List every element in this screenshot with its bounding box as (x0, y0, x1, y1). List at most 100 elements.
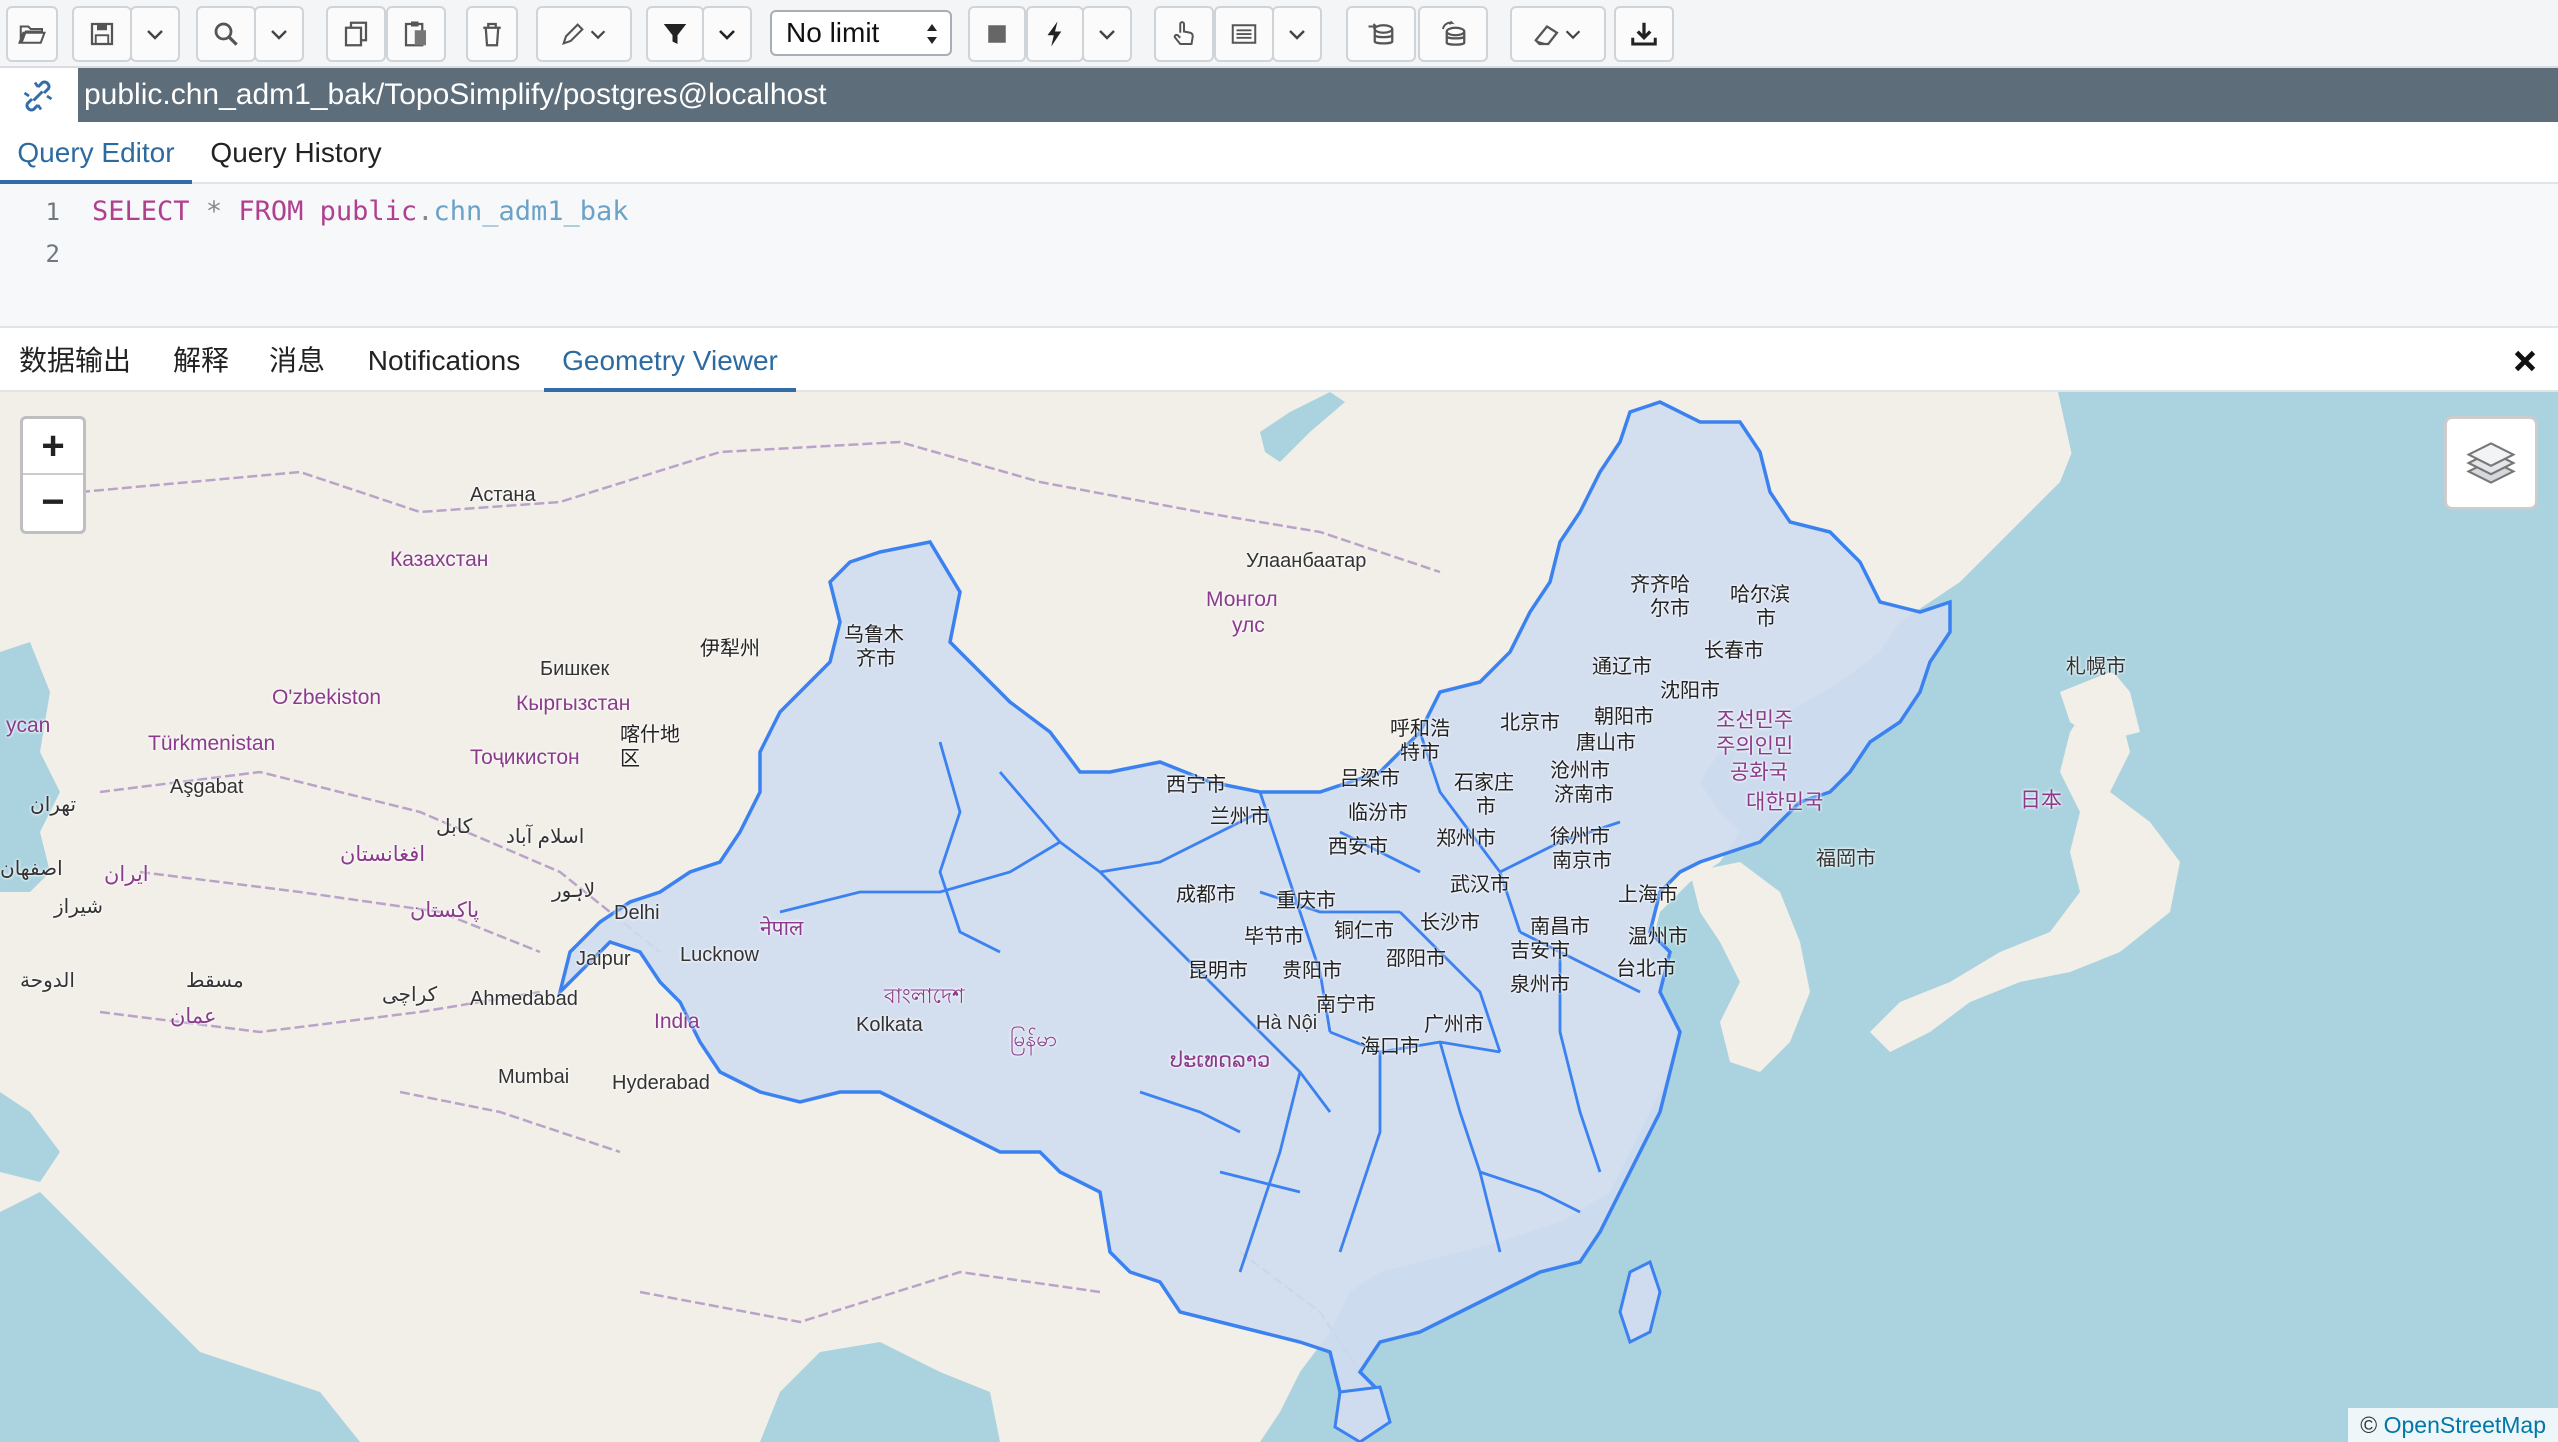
tab-explain[interactable]: 解释 (158, 330, 244, 392)
map-label-urumqi-2: 齐市 (856, 648, 896, 670)
map-label-quanzhou: 泉州市 (1510, 974, 1570, 996)
copy-icon (344, 21, 368, 47)
filter-button[interactable] (646, 6, 704, 62)
map-label-korea: 대한민국 (1746, 791, 1824, 814)
line-number: 1 (45, 198, 60, 226)
map-label-nanjing: 南京市 (1552, 850, 1612, 872)
save-icon (90, 22, 114, 46)
up-down-arrows-icon (927, 24, 937, 44)
delete-button[interactable] (466, 6, 518, 62)
zoom-out-button[interactable]: − (23, 475, 83, 531)
tab-query-editor[interactable]: Query Editor (0, 122, 192, 184)
map-label-oman: عمان (170, 1005, 217, 1028)
map-label-ahmedabad: Ahmedabad (470, 988, 578, 1010)
map-label-mongolia-1: Монгол (1206, 588, 1278, 611)
sql-editor[interactable]: 1 2 SELECT * FROM public.chn_adm1_bak (0, 184, 2558, 328)
tab-geometry-viewer[interactable]: Geometry Viewer (544, 330, 796, 392)
editor-tabs: Query Editor Query History (0, 122, 2558, 184)
list-icon (1231, 24, 1257, 44)
attribution-link[interactable]: OpenStreetMap (2384, 1412, 2546, 1438)
map-label-jian: 吉安市 (1510, 940, 1570, 962)
map-label-zhengzhou: 郑州市 (1436, 828, 1496, 850)
map-label-wenzhou: 温州市 (1628, 926, 1688, 948)
commit-button[interactable] (1346, 6, 1416, 62)
close-icon[interactable] (2508, 344, 2542, 378)
map-label-tongren: 铜仁市 (1334, 920, 1394, 942)
map-label-tehran: تهران (30, 794, 77, 816)
map-label-tongliao: 通辽市 (1592, 656, 1652, 678)
map-label-xian: 西安市 (1328, 836, 1388, 858)
layers-control-button[interactable] (2444, 416, 2538, 510)
sql-line-1[interactable]: SELECT * FROM public.chn_adm1_bak (92, 196, 629, 227)
map-label-jinan: 济南市 (1554, 784, 1614, 806)
download-button[interactable] (1614, 6, 1674, 62)
map-label-taibei: 台北市 (1616, 958, 1676, 980)
map-label-ashgabat: Aşgabat (170, 776, 244, 798)
zoom-in-button[interactable]: + (23, 419, 83, 475)
map-label-yili: 伊犁州 (700, 638, 760, 660)
find-options-dropdown[interactable] (254, 6, 304, 62)
map-label-chaoyang: 朝阳市 (1594, 706, 1654, 728)
chevron-down-icon (1289, 30, 1305, 40)
find-button[interactable] (196, 6, 256, 62)
map-label-guangzhou: 广州市 (1424, 1014, 1484, 1036)
map-label-beijing: 北京市 (1500, 712, 1560, 734)
clear-button[interactable] (1510, 6, 1606, 62)
map-label-baku: ycan (6, 714, 51, 737)
map-label-harbin-2: 市 (1756, 608, 1776, 630)
execute-button[interactable] (1026, 6, 1084, 62)
tab-messages[interactable]: 消息 (252, 330, 342, 392)
map-label-fukuoka: 福岡市 (1816, 848, 1876, 870)
connection-link-icon[interactable] (18, 78, 58, 114)
map-label-shijiazhuang-2: 市 (1476, 796, 1496, 818)
geometry-map[interactable]: Астана Казахстан Улаанбаатар Монгол улс … (0, 392, 2558, 1442)
tab-query-history[interactable]: Query History (196, 122, 396, 184)
explain-button[interactable] (1154, 6, 1214, 62)
lightning-icon (1047, 21, 1062, 47)
hand-pointer-icon (1173, 21, 1194, 45)
map-label-doha: الدوحة (20, 970, 75, 992)
open-file-button[interactable] (6, 6, 58, 62)
save-button[interactable] (72, 6, 132, 62)
sql-dot: . (417, 196, 434, 227)
folder-open-icon (18, 25, 46, 44)
map-label-islamabad: اسلام آباد (506, 826, 585, 848)
layers-icon (2466, 442, 2516, 484)
map-label-ulaanbaatar: Улаанбаатар (1246, 550, 1367, 572)
result-tabs: 数据输出 解释 消息 Notifications Geometry Viewer (0, 330, 2558, 392)
tab-notifications[interactable]: Notifications (350, 330, 538, 392)
tab-data-output[interactable]: 数据输出 (0, 330, 150, 392)
row-limit-select[interactable]: No limit (770, 10, 952, 56)
sql-schema: public (319, 196, 418, 227)
map-label-lahore: لاہور (552, 880, 596, 902)
stop-button[interactable] (968, 6, 1026, 62)
explain-analyze-button[interactable] (1214, 6, 1274, 62)
map-label-mumbai: Mumbai (498, 1066, 570, 1088)
map-label-hanoi: Hà Nội (1256, 1012, 1318, 1034)
map-label-hyderabad: Hyderabad (612, 1072, 710, 1094)
paste-icon (404, 21, 426, 47)
map-label-linfen: 临汾市 (1348, 802, 1408, 824)
map-label-tajikistan: Тоҷикистон (470, 746, 580, 769)
explain-options-dropdown[interactable] (1272, 6, 1322, 62)
map-label-tangshan: 唐山市 (1576, 732, 1636, 754)
paste-button[interactable] (386, 6, 446, 62)
save-options-dropdown[interactable] (130, 6, 180, 62)
filter-options-dropdown[interactable] (702, 6, 752, 62)
edit-button[interactable] (536, 6, 632, 62)
map-label-astana: Астана (470, 484, 536, 506)
query-toolbar: No limit (0, 0, 2558, 68)
map-attribution: © OpenStreetMap (2348, 1408, 2558, 1442)
rollback-button[interactable] (1418, 6, 1488, 62)
map-label-mongolia-2: улс (1232, 614, 1265, 637)
execute-options-dropdown[interactable] (1082, 6, 1132, 62)
sql-table: chn_adm1_bak (433, 196, 629, 227)
map-label-shiraz: شیراز (54, 896, 104, 918)
map-label-esfahan: اصفهان (0, 858, 63, 880)
copy-button[interactable] (326, 6, 386, 62)
map-label-shaoyang: 邵阳市 (1386, 948, 1446, 970)
chevron-down-icon (147, 30, 163, 40)
map-label-changchun: 长春市 (1704, 640, 1764, 662)
map-label-bijie: 毕节市 (1244, 926, 1304, 948)
download-icon (1631, 22, 1657, 46)
